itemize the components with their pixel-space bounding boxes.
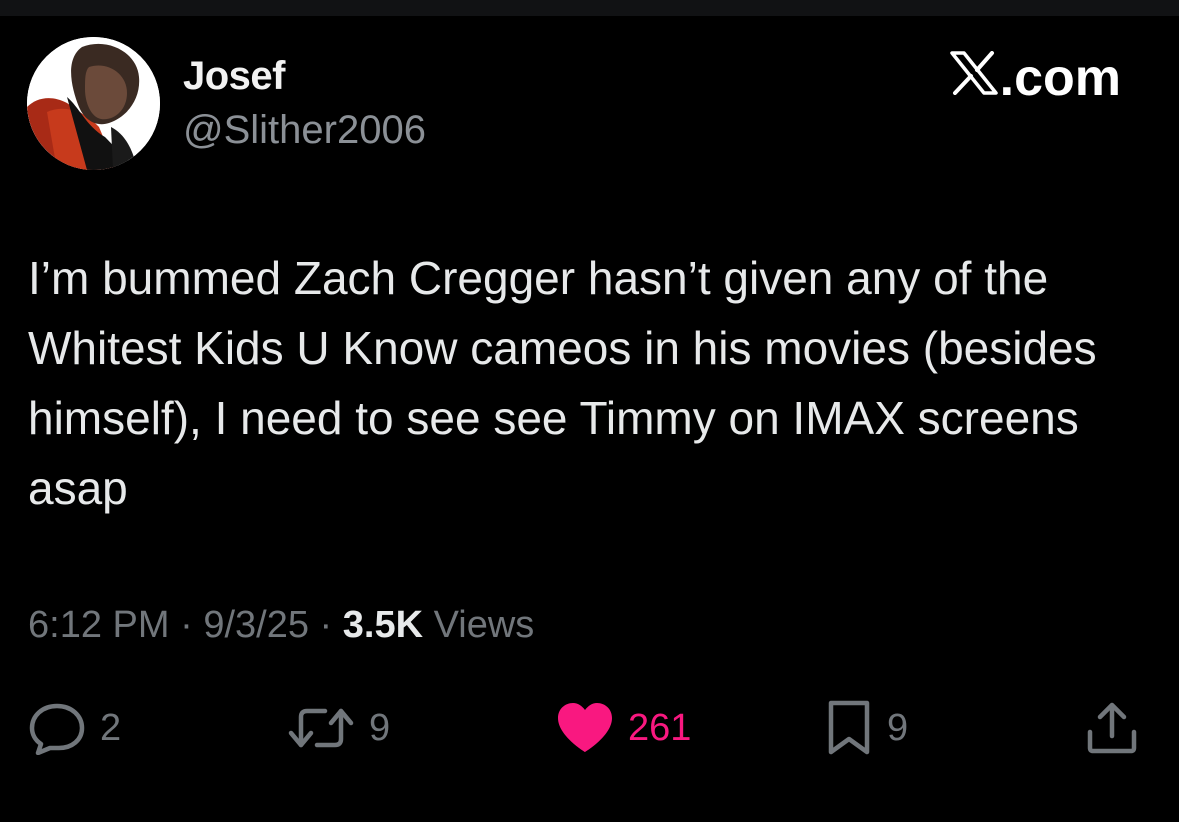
repost-button[interactable]: 9	[287, 696, 390, 760]
reply-icon	[28, 701, 86, 755]
share-icon	[1084, 700, 1140, 756]
meta-separator: ·	[180, 604, 193, 646]
brand-logo: .com	[949, 48, 1121, 108]
author-handle[interactable]: @Slither2006	[183, 107, 426, 153]
tweet-time[interactable]: 6:12 PM	[28, 604, 170, 646]
meta-separator: ·	[319, 604, 333, 646]
repost-icon	[287, 703, 355, 753]
x-logo-icon	[949, 48, 1000, 108]
reply-button[interactable]: 2	[28, 696, 121, 760]
tweet-date[interactable]: 9/3/25	[203, 604, 309, 646]
bookmark-icon	[825, 699, 873, 757]
views-label: Views	[433, 604, 535, 646]
action-bar: 2 9 261 9	[0, 696, 1179, 760]
tweet-text: I’m bummed Zach Cregger hasn’t given any…	[28, 252, 1110, 514]
avatar[interactable]	[27, 37, 160, 170]
views-count: 3.5K	[342, 604, 424, 646]
author-name[interactable]: Josef	[183, 53, 286, 99]
heart-icon	[556, 702, 614, 754]
like-button[interactable]: 261	[556, 696, 691, 760]
tweet-meta: 6:12 PM · 9/3/25 · 3.5K Views	[28, 600, 534, 650]
repost-count: 9	[369, 706, 391, 749]
top-bar	[0, 0, 1179, 16]
reply-count: 2	[100, 706, 122, 749]
share-button[interactable]	[1084, 696, 1140, 760]
bookmark-count: 9	[887, 706, 909, 749]
brand-label: .com	[999, 49, 1121, 107]
like-count: 261	[628, 706, 692, 749]
bookmark-button[interactable]: 9	[825, 696, 908, 760]
